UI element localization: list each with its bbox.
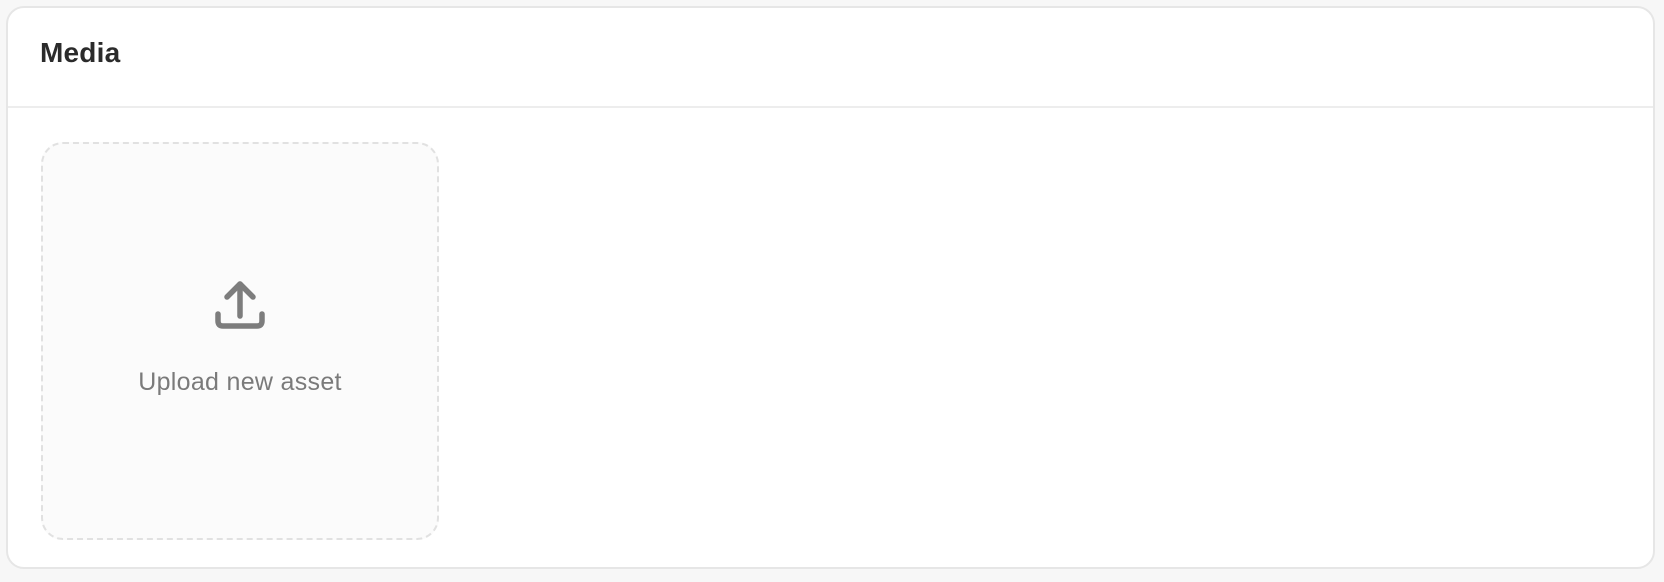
media-card-header: Media: [8, 8, 1653, 108]
media-title: Media: [40, 37, 121, 68]
media-card-body: Upload new asset: [8, 108, 1653, 567]
upload-new-asset-button[interactable]: Upload new asset: [41, 142, 439, 540]
media-card: Media Upload new asset: [6, 6, 1655, 569]
upload-label: Upload new asset: [138, 367, 342, 396]
upload-icon: [215, 280, 265, 329]
